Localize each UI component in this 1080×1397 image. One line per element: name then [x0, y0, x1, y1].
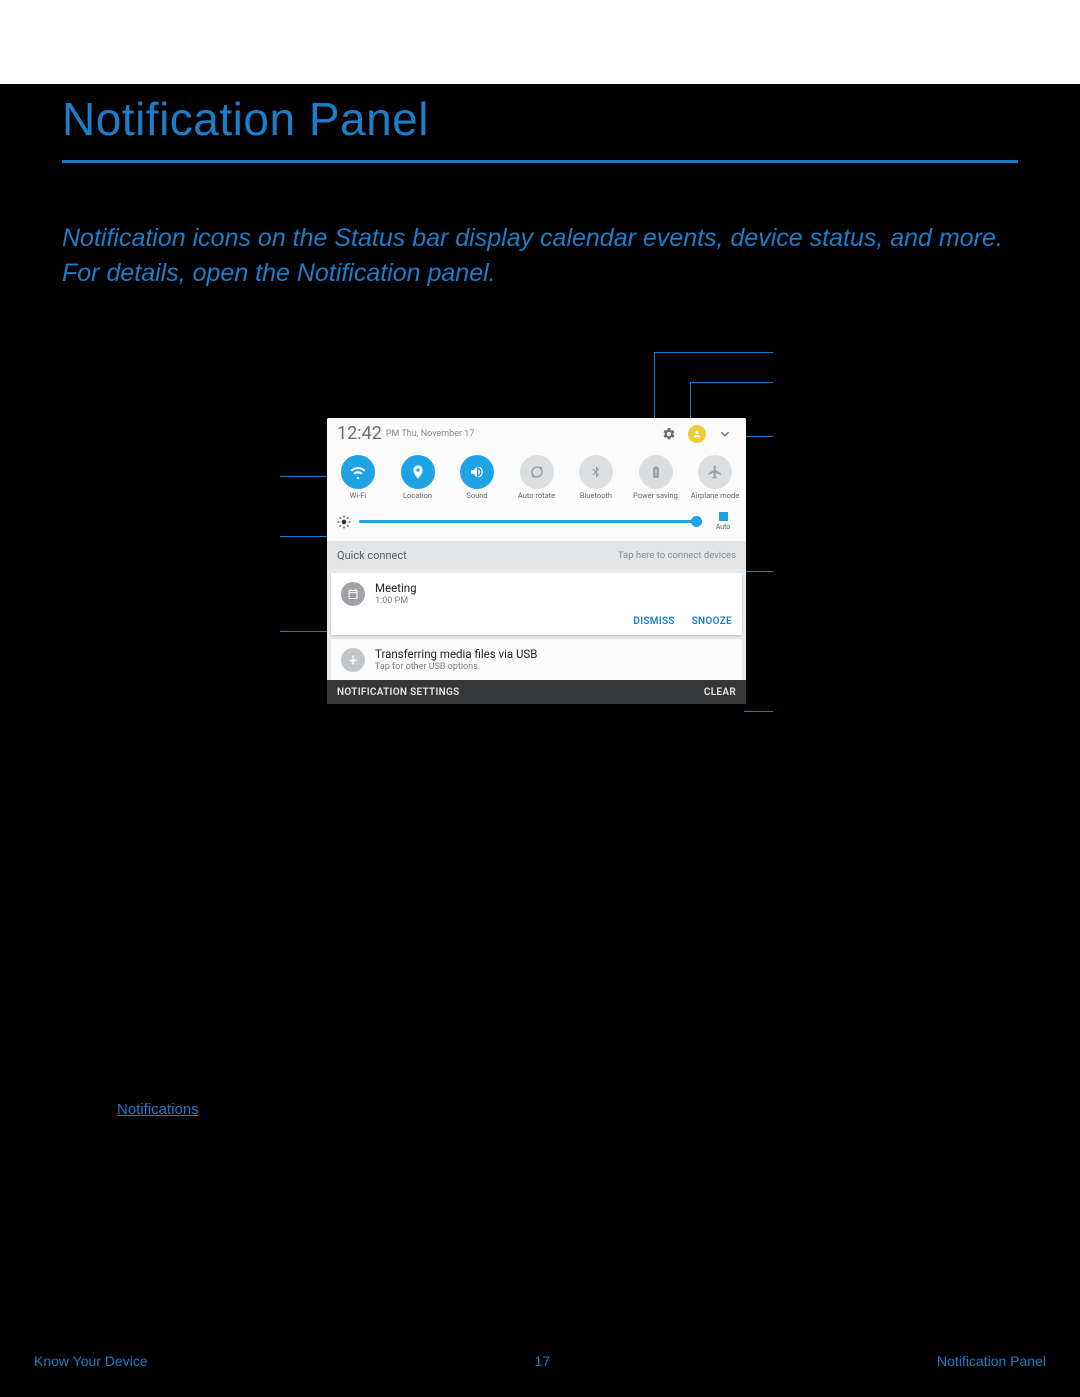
notif-title: Transferring media files via USB	[375, 647, 537, 661]
callout-line	[280, 631, 332, 632]
qs-label: Power saving	[631, 492, 681, 500]
panel-footer: NOTIFICATION SETTINGS CLEAR	[327, 680, 746, 704]
qs-location[interactable]: Location	[393, 455, 443, 500]
footer-right: Notification Panel	[937, 1353, 1046, 1369]
qs-label: Wi-Fi	[333, 492, 383, 500]
document-page: Notification Panel Notification icons on…	[0, 0, 1080, 1397]
brightness-icon	[337, 515, 351, 529]
quick-connect-row[interactable]: Quick connect Tap here to connect device…	[327, 541, 746, 569]
notif-time: 1:00 PM	[375, 596, 417, 606]
notification-settings-button[interactable]: NOTIFICATION SETTINGS	[337, 687, 460, 698]
page-black-region: Notification Panel Notification icons on…	[0, 84, 1080, 1324]
notif-title: Meeting	[375, 581, 417, 595]
qs-label: Airplane mode	[690, 492, 740, 500]
user-icon[interactable]	[686, 423, 708, 445]
notification-card-usb[interactable]: Transferring media files via USB Tap for…	[331, 639, 742, 680]
qs-powersaving[interactable]: Power saving	[631, 455, 681, 500]
qs-bluetooth[interactable]: Bluetooth	[571, 455, 621, 500]
status-date: PM Thu, November 17	[386, 429, 475, 439]
brightness-auto[interactable]: Auto	[710, 512, 736, 531]
qs-airplane[interactable]: Airplane mode	[690, 455, 740, 500]
content-column: Notification Panel Notification icons on…	[62, 84, 1018, 291]
notif-sub: Tap for other USB options.	[375, 662, 537, 672]
status-time: 12:42	[337, 423, 382, 444]
chevron-down-icon[interactable]	[714, 423, 736, 445]
quick-settings-row: Wi-Fi Location Sound Auto rotate	[327, 449, 746, 504]
clear-button[interactable]: CLEAR	[704, 687, 736, 698]
footer-page-number: 17	[535, 1353, 551, 1369]
quick-connect-label: Quick connect	[337, 549, 407, 562]
qs-sound[interactable]: Sound	[452, 455, 502, 500]
callout-line	[744, 571, 773, 572]
dismiss-button[interactable]: DISMISS	[633, 616, 674, 627]
qs-autorotate[interactable]: Auto rotate	[512, 455, 562, 500]
callouts-area: 12:42 PM Thu, November 17	[0, 346, 1080, 866]
page-title: Notification Panel	[62, 84, 1018, 146]
brightness-row: Auto	[327, 504, 746, 541]
quick-connect-hint: Tap here to connect devices	[618, 550, 736, 561]
gear-icon[interactable]	[658, 423, 680, 445]
qs-label: Sound	[452, 492, 502, 500]
qs-wifi[interactable]: Wi-Fi	[333, 455, 383, 500]
qs-label: Bluetooth	[571, 492, 621, 500]
snooze-button[interactable]: SNOOZE	[692, 616, 732, 627]
usb-icon	[341, 648, 365, 672]
footer-left: Know Your Device	[34, 1353, 148, 1369]
notification-panel-mock: 12:42 PM Thu, November 17	[327, 418, 746, 704]
title-rule	[62, 160, 1018, 163]
notif-actions: DISMISS SNOOZE	[341, 616, 732, 627]
intro-text: Notification icons on the Status bar dis…	[62, 221, 1018, 291]
callout-line	[744, 711, 773, 712]
notification-card-meeting[interactable]: Meeting 1:00 PM DISMISS SNOOZE	[331, 573, 742, 635]
brightness-slider[interactable]	[359, 520, 702, 523]
callout-line	[690, 382, 773, 383]
callout-line	[280, 476, 332, 477]
qs-label: Auto rotate	[512, 492, 562, 500]
qs-label: Location	[393, 492, 443, 500]
panel-status-row: 12:42 PM Thu, November 17	[327, 418, 746, 449]
page-footer: Know Your Device 17 Notification Panel	[0, 1324, 1080, 1397]
calendar-icon	[341, 582, 365, 606]
notifications-link[interactable]: Notifications	[117, 1101, 199, 1118]
callout-line	[654, 352, 773, 353]
